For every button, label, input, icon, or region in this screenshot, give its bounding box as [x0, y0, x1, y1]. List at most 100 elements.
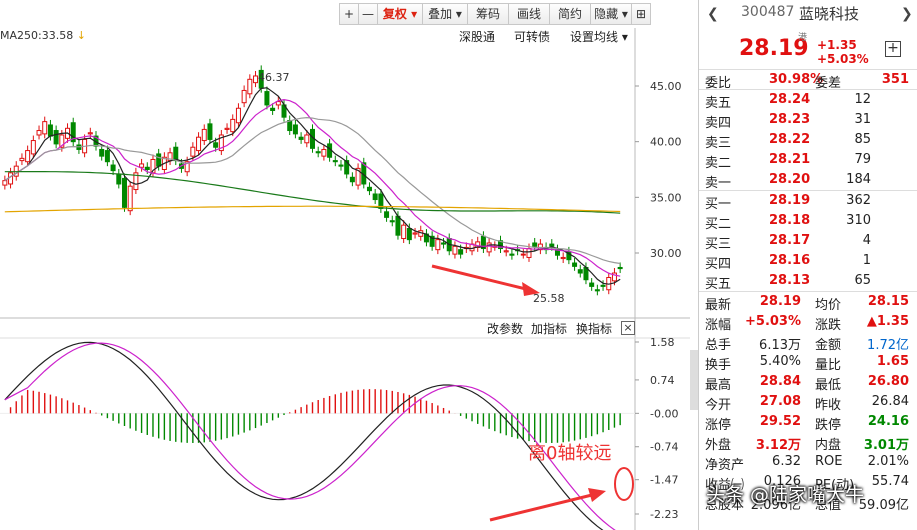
red-arrow-macd: [489, 492, 597, 522]
low-price-label: 25.58: [533, 292, 565, 305]
stat-row[interactable]: 外盘 3.12万 内盘 3.01万: [699, 432, 917, 453]
bid-level[interactable]: 买四 28.16 1: [699, 251, 917, 272]
candle-body: [292, 124, 298, 135]
stat-label: 外盘: [705, 438, 732, 453]
stat-row[interactable]: 涨幅 +5.03% 涨跌 ▲1.35: [699, 312, 917, 333]
bid-level[interactable]: 买五 28.13 65: [699, 271, 917, 292]
ask-level[interactable]: 卖五 28.24 12: [699, 90, 917, 111]
stat-value: 1.65: [876, 354, 909, 369]
stat-label: 涨跌: [815, 318, 842, 333]
stat-row[interactable]: 涨停 29.52 跌停 24.16: [699, 412, 917, 433]
dif-line: [4, 341, 604, 530]
prev-stock-icon[interactable]: ❮: [707, 6, 719, 22]
candle-body: [589, 282, 595, 287]
level-price: 28.16: [769, 253, 811, 268]
stat-value: 28.19: [759, 294, 801, 309]
candle-body: [401, 224, 407, 240]
candle-body: [520, 253, 526, 256]
stat-value: 28.84: [759, 374, 801, 389]
stat-label: 涨停: [705, 418, 732, 433]
bid-level[interactable]: 买一 28.19 362: [699, 191, 917, 212]
stat-row[interactable]: 换手 5.40% 量比 1.65: [699, 352, 917, 373]
candle-body: [503, 250, 509, 253]
ask-level[interactable]: 卖三 28.22 85: [699, 130, 917, 151]
ask-book: 卖五 28.24 12 卖四 28.23 31 卖三 28.22 85 卖二 28.21 79 卖一 28…: [699, 90, 917, 191]
ma60-line: [4, 171, 621, 214]
level-price: 28.21: [769, 152, 811, 167]
close-icon[interactable]: ×: [621, 321, 635, 335]
candle-body: [121, 177, 127, 208]
stat-label: 最高: [705, 378, 732, 393]
level-label: 卖五: [705, 96, 732, 111]
stat-value: 28.15: [867, 294, 909, 309]
stat-row[interactable]: 净资产 6.32 ROE 2.01%: [699, 452, 917, 473]
watermark: 头条 @陆家嘴大牛: [706, 484, 865, 506]
stat-label: 总手: [705, 338, 732, 353]
add-indicator-button[interactable]: 加指标: [531, 320, 567, 337]
stat-label: 昨收: [815, 398, 842, 413]
change-params-button[interactable]: 改参数: [487, 320, 523, 337]
candle-body: [235, 107, 241, 124]
stat-value: 59.09亿: [858, 498, 909, 513]
stat-label: 跌停: [815, 418, 842, 433]
y-tick-label: 40.00: [650, 136, 682, 149]
stat-row[interactable]: 最新 28.19 均价 28.15: [699, 292, 917, 313]
level-price: 28.23: [769, 112, 811, 127]
candle-body: [2, 180, 8, 186]
stat-label: 量比: [815, 358, 842, 373]
candle-body: [577, 269, 583, 274]
candle-body: [247, 78, 253, 95]
stats-table: 最新 28.19 均价 28.15 涨幅 +5.03% 涨跌 ▲1.35 总手 6.13万 金额 1.…: [699, 292, 917, 513]
level-label: 买四: [705, 257, 732, 272]
hk-connect-tag: 港: [798, 33, 808, 43]
level-volume: 12: [854, 92, 871, 107]
level-volume: 31: [854, 112, 871, 127]
candle-body: [110, 164, 116, 172]
candle-body: [30, 140, 36, 155]
collapse-panel-handle[interactable]: [690, 350, 698, 410]
candle-body: [36, 130, 42, 136]
stat-label: 金额: [815, 338, 842, 353]
kline-chart-area[interactable]: + — 复权 ▾ 叠加 ▾ 筹码 画线 简约 隐藏 ▾ ⊞ MA250:33.5…: [0, 0, 690, 530]
macd-y-tick-label: -1.47: [650, 474, 678, 487]
chart-canvas: 45.00 40.00 35.00 30.00 1.58 0.74 -0.00 -0.74 -1…: [0, 28, 690, 530]
y-tick-label: 35.00: [650, 191, 682, 204]
candle-body: [395, 215, 401, 236]
candle-body: [594, 289, 600, 292]
ask-level[interactable]: 卖四 28.23 31: [699, 110, 917, 131]
level-price: 28.19: [769, 193, 811, 208]
candle-body: [87, 132, 93, 135]
stat-row[interactable]: 今开 27.08 昨收 26.84: [699, 392, 917, 413]
stat-value: 6.13万: [759, 338, 801, 353]
candle-body: [560, 256, 566, 260]
switch-indicator-button[interactable]: 换指标: [576, 320, 612, 337]
macd-annotation: 离0轴较远: [528, 443, 611, 464]
bid-level[interactable]: 买三 28.17 4: [699, 231, 917, 252]
stat-row[interactable]: 总手 6.13万 金额 1.72亿: [699, 332, 917, 353]
ask-level[interactable]: 卖一 28.20 184: [699, 170, 917, 191]
level-label: 买一: [705, 197, 732, 212]
level-price: 28.24: [769, 92, 811, 107]
level-label: 买二: [705, 217, 732, 232]
candle-body: [127, 185, 133, 212]
candle-body: [441, 242, 447, 245]
stat-value: 5.40%: [759, 354, 801, 369]
candle-body: [389, 220, 395, 223]
ask-level[interactable]: 卖二 28.21 79: [699, 150, 917, 171]
stat-value: 29.52: [759, 414, 801, 429]
level-volume: 362: [846, 193, 871, 208]
bid-level[interactable]: 买二 28.18 310: [699, 211, 917, 232]
candle-body: [315, 151, 321, 154]
price-change: +1.35: [817, 38, 857, 52]
stat-label: ROE: [815, 454, 843, 469]
candle-body: [213, 142, 219, 148]
y-tick-label: 30.00: [650, 247, 682, 260]
add-watchlist-button[interactable]: +: [885, 41, 901, 57]
stat-value: 26.80: [867, 374, 909, 389]
next-stock-icon[interactable]: ❯: [901, 6, 913, 22]
candle-body: [452, 245, 458, 255]
stat-value: 24.16: [867, 414, 909, 429]
candle-body: [99, 148, 105, 157]
stat-row[interactable]: 最高 28.84 最低 26.80: [699, 372, 917, 393]
candle-body: [144, 166, 150, 170]
